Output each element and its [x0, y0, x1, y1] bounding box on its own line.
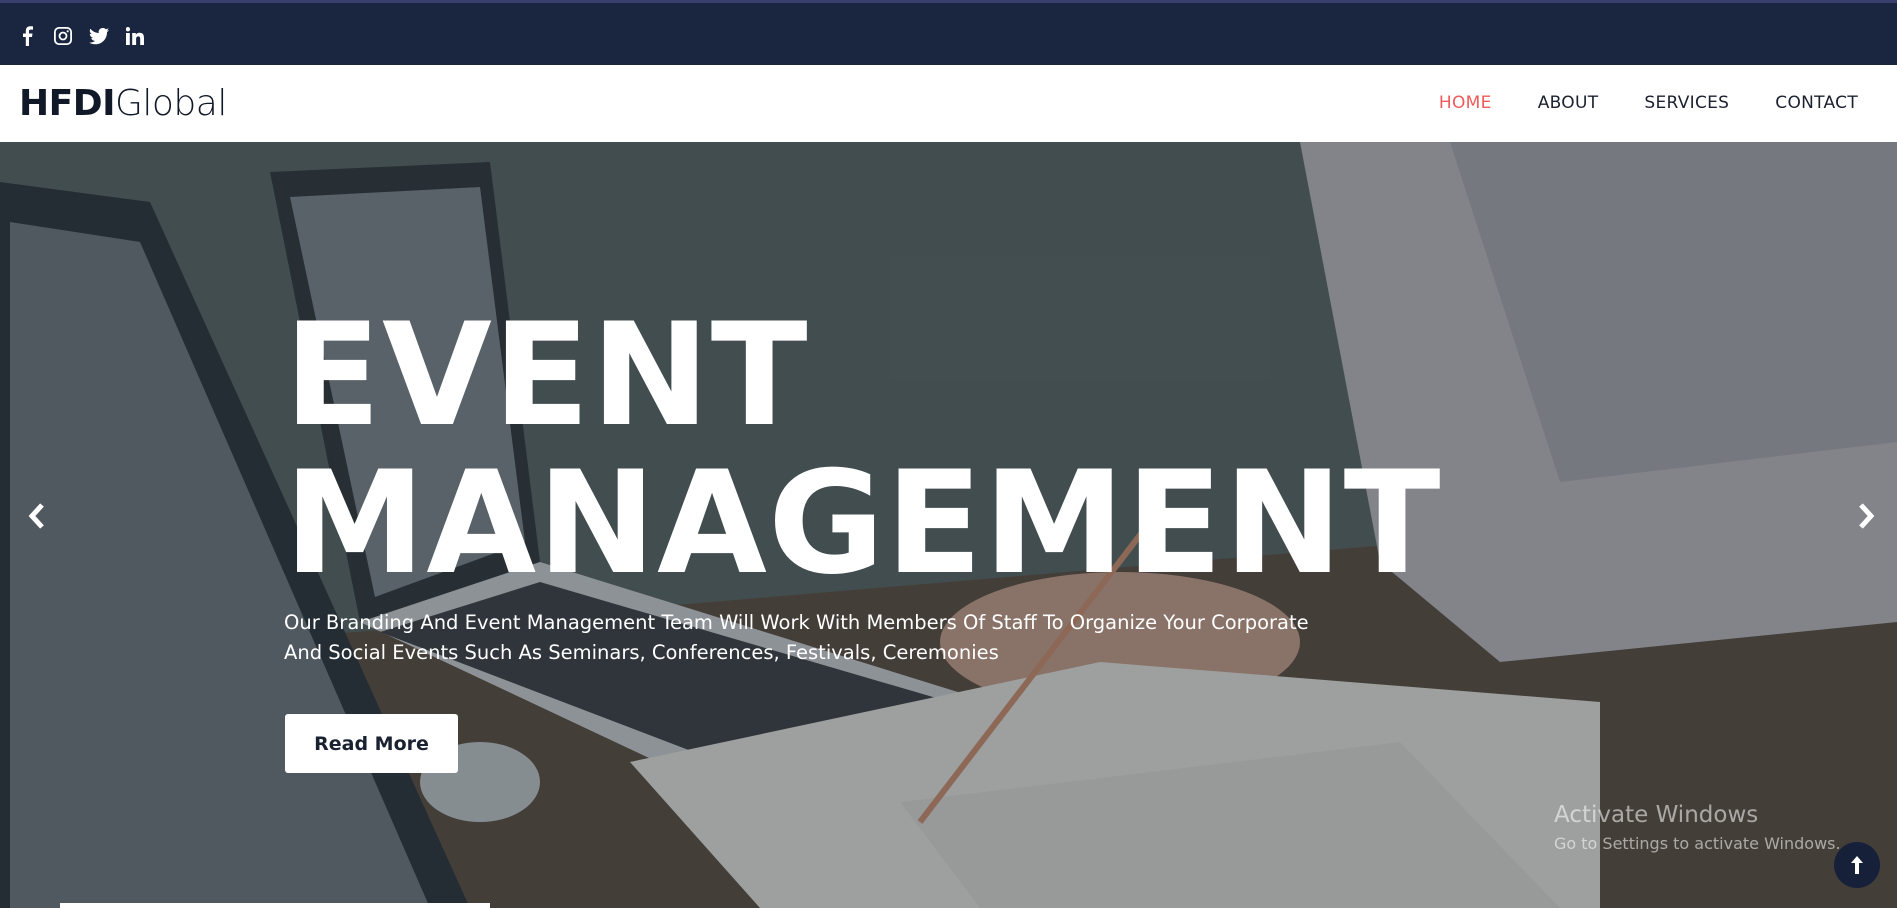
nav-link-home[interactable]: HOME — [1439, 93, 1492, 113]
hero-title: EVENT MANAGEMENT — [284, 302, 1442, 598]
watermark-subtitle: Go to Settings to activate Windows. — [1554, 834, 1841, 853]
chevron-left-icon — [28, 503, 44, 529]
top-bar — [0, 0, 1897, 65]
hero-title-line-1: EVENT — [284, 293, 809, 458]
logo-light-text: Global — [115, 83, 227, 124]
nav-link-contact[interactable]: CONTACT — [1775, 93, 1858, 113]
site-logo[interactable]: HFDIGlobal — [19, 83, 227, 124]
hero-subtitle: Our Branding And Event Management Team W… — [284, 608, 1364, 668]
instagram-icon[interactable] — [52, 25, 74, 47]
linkedin-icon[interactable] — [124, 25, 146, 47]
scroll-to-top-button[interactable] — [1834, 842, 1880, 888]
nav-link-about[interactable]: ABOUT — [1538, 93, 1599, 113]
read-more-button[interactable]: Read More — [285, 714, 458, 773]
hero-carousel: EVENT MANAGEMENT Our Branding And Event … — [0, 142, 1897, 908]
hero-subtitle-line-2: And Social Events Such As Seminars, Conf… — [284, 641, 999, 664]
nav-link-services[interactable]: SERVICES — [1644, 93, 1729, 113]
nav-menu: HOME ABOUT SERVICES CONTACT — [1439, 93, 1858, 113]
carousel-progress-bar — [60, 903, 490, 908]
carousel-next-arrow[interactable] — [1851, 496, 1881, 536]
hero-subtitle-line-1: Our Branding And Event Management Team W… — [284, 611, 1309, 634]
watermark-title: Activate Windows — [1554, 802, 1759, 828]
arrow-up-icon — [1851, 856, 1863, 874]
windows-activation-watermark: Activate Windows Go to Settings to activ… — [1554, 802, 1841, 853]
hero-title-line-2: MANAGEMENT — [284, 441, 1442, 606]
main-navbar: HFDIGlobal HOME ABOUT SERVICES CONTACT — [0, 65, 1897, 142]
carousel-prev-arrow[interactable] — [22, 496, 52, 536]
social-links — [16, 25, 146, 47]
chevron-right-icon — [1859, 503, 1875, 529]
twitter-icon[interactable] — [88, 25, 110, 47]
logo-bold-text: HFDI — [19, 83, 116, 124]
facebook-icon[interactable] — [16, 25, 38, 47]
